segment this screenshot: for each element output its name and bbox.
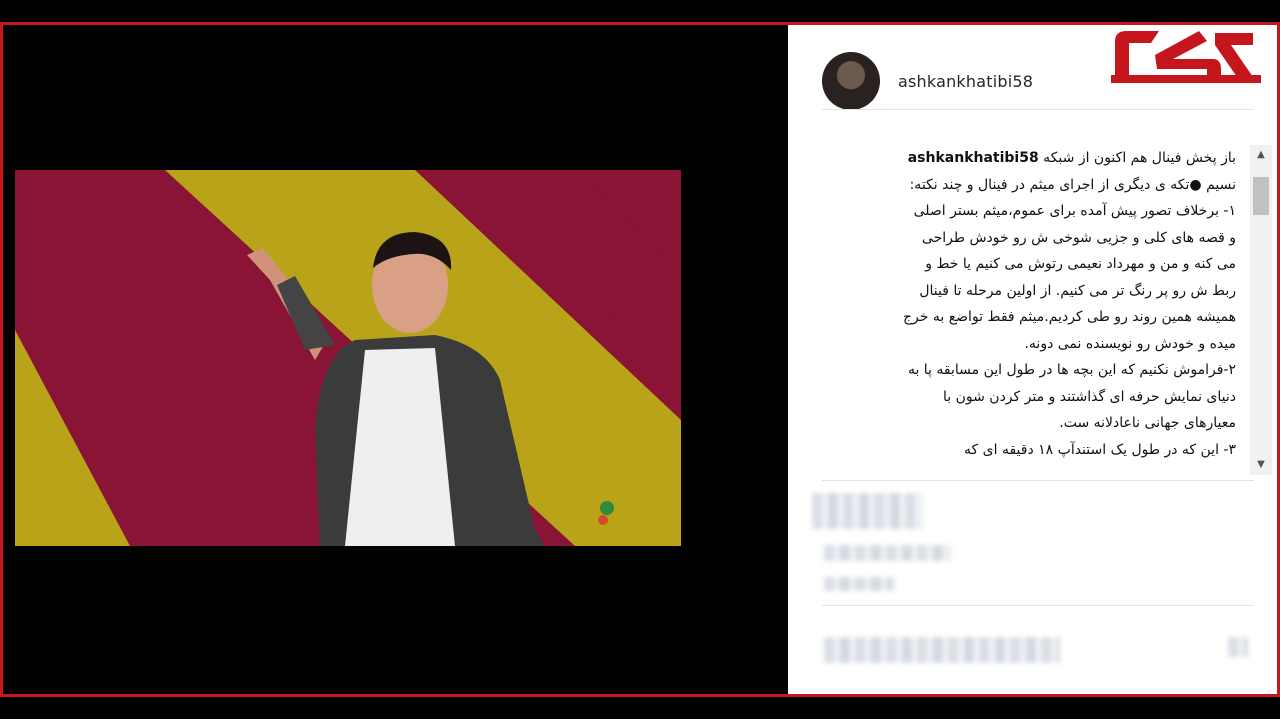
blurred-actions	[812, 493, 922, 529]
caption-line-7: همیشه همین روند رو طی کردیم.میثم فقط توا…	[903, 309, 1236, 325]
caption-scrollbar[interactable]: ▲ ▼	[1250, 145, 1272, 475]
scroll-thumb[interactable]	[1253, 177, 1269, 215]
blurred-likes	[824, 545, 950, 561]
arrow-up-icon[interactable]: ▲	[1250, 145, 1272, 165]
blurred-date	[824, 577, 894, 591]
caption-line-8: میده و خودش رو نویسنده نمی دونه.	[1024, 335, 1236, 352]
post-header: ashkankhatibi58	[822, 51, 1033, 111]
rokna-logo	[1111, 31, 1261, 83]
arrow-down-icon[interactable]: ▼	[1250, 455, 1272, 475]
caption-line-12: ۳- این که در طول یک استندآپ ۱۸ دقیقه ای …	[964, 441, 1236, 458]
footer-divider	[822, 605, 1254, 606]
blurred-menu-icon	[1228, 637, 1248, 657]
caption-line-4: و قصه های کلی و جزیی شوخی ش رو خودش طراح…	[921, 229, 1236, 246]
caption-line-5: می کنه و من و مهرداد نعیمی رتوش می کنیم …	[925, 256, 1236, 272]
caption-username[interactable]: ashkankhatibi58	[908, 150, 1039, 166]
blurred-comment-input	[824, 637, 1060, 663]
caption-box: باز پخش فینال هم اکنون از شبکه ashkankha…	[822, 145, 1274, 475]
caption-line-1: باز پخش فینال هم اکنون از شبکه ashkankha…	[907, 150, 1236, 166]
caption-line-6: ربط ش رو پر رنگ تر می کنیم. از اولین مرح…	[919, 282, 1236, 299]
media-area	[3, 25, 788, 694]
caption-line-9: ۲-فراموش نکنیم که این بچه ها در طول این …	[907, 362, 1236, 378]
post-username[interactable]: ashkankhatibi58	[898, 72, 1033, 91]
avatar[interactable]	[822, 52, 880, 110]
caption-divider	[822, 480, 1254, 481]
header-divider	[822, 109, 1254, 110]
caption-line-3: ۱- برخلاف تصور پیش آمده برای عموم،میثم ب…	[913, 203, 1236, 219]
video-frame-image	[15, 170, 681, 546]
video-player[interactable]	[15, 170, 681, 546]
post-panel: ashkankhatibi58 باز پخش فینال هم اکنون ا…	[788, 25, 1277, 694]
caption-text: باز پخش فینال هم اکنون از شبکه ashkankha…	[822, 145, 1240, 475]
caption-line-2: نسیم ●تکه ی دیگری از اجرای میثم در فینال…	[909, 176, 1236, 193]
caption-line-11: معیارهای جهانی ناعادلانه ست.	[1059, 415, 1236, 431]
caption-line-10: دنیای نمایش حرفه ای گذاشتند و متر کردن ش…	[942, 388, 1236, 405]
